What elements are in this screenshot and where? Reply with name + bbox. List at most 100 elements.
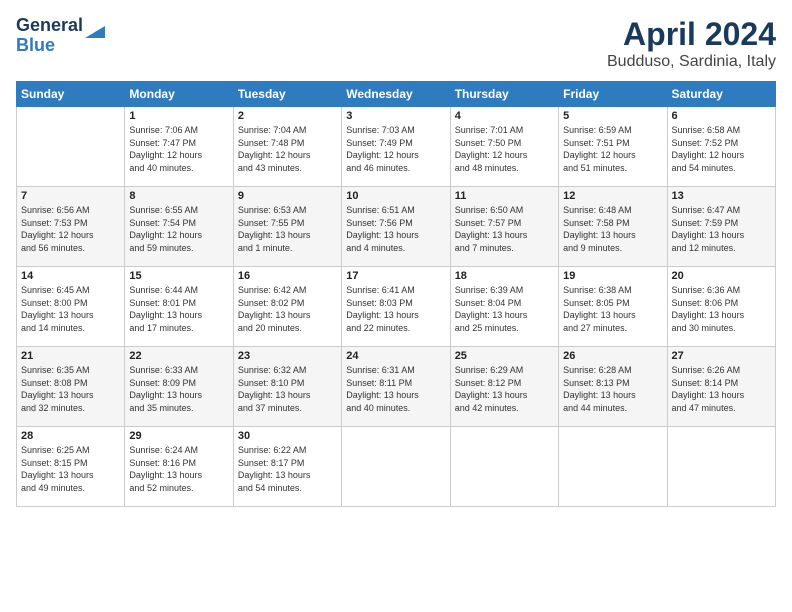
day-number: 6 — [672, 110, 771, 122]
day-info: Sunrise: 6:24 AM Sunset: 8:16 PM Dayligh… — [129, 444, 228, 494]
day-number: 12 — [563, 190, 662, 202]
day-info: Sunrise: 6:59 AM Sunset: 7:51 PM Dayligh… — [563, 124, 662, 174]
logo-icon — [85, 26, 105, 38]
calendar-cell: 10 Sunrise: 6:51 AM Sunset: 7:56 PM Dayli… — [342, 187, 450, 267]
calendar-cell: 4 Sunrise: 7:01 AM Sunset: 7:50 PM Daylig… — [450, 107, 558, 187]
day-info: Sunrise: 7:06 AM Sunset: 7:47 PM Dayligh… — [129, 124, 228, 174]
day-number: 2 — [238, 110, 337, 122]
day-number: 13 — [672, 190, 771, 202]
calendar-cell: 29 Sunrise: 6:24 AM Sunset: 8:16 PM Dayli… — [125, 427, 233, 507]
day-info: Sunrise: 6:48 AM Sunset: 7:58 PM Dayligh… — [563, 204, 662, 254]
weekday-header: Sunday — [17, 82, 125, 107]
day-number: 14 — [21, 270, 120, 282]
day-number: 5 — [563, 110, 662, 122]
day-info: Sunrise: 7:03 AM Sunset: 7:49 PM Dayligh… — [346, 124, 445, 174]
day-info: Sunrise: 6:36 AM Sunset: 8:06 PM Dayligh… — [672, 284, 771, 334]
calendar-cell: 12 Sunrise: 6:48 AM Sunset: 7:58 PM Dayli… — [559, 187, 667, 267]
calendar-cell: 16 Sunrise: 6:42 AM Sunset: 8:02 PM Dayli… — [233, 267, 341, 347]
day-info: Sunrise: 6:22 AM Sunset: 8:17 PM Dayligh… — [238, 444, 337, 494]
day-number: 10 — [346, 190, 445, 202]
calendar-cell: 8 Sunrise: 6:55 AM Sunset: 7:54 PM Daylig… — [125, 187, 233, 267]
day-number: 21 — [21, 350, 120, 362]
calendar-cell: 21 Sunrise: 6:35 AM Sunset: 8:08 PM Dayli… — [17, 347, 125, 427]
day-number: 20 — [672, 270, 771, 282]
weekday-header: Monday — [125, 82, 233, 107]
day-number: 23 — [238, 350, 337, 362]
weekday-header: Tuesday — [233, 82, 341, 107]
day-number: 25 — [455, 350, 554, 362]
day-info: Sunrise: 6:53 AM Sunset: 7:55 PM Dayligh… — [238, 204, 337, 254]
logo: General Blue — [16, 16, 105, 56]
day-info: Sunrise: 6:47 AM Sunset: 7:59 PM Dayligh… — [672, 204, 771, 254]
day-number: 17 — [346, 270, 445, 282]
calendar-header-row: SundayMondayTuesdayWednesdayThursdayFrid… — [17, 82, 776, 107]
day-info: Sunrise: 6:41 AM Sunset: 8:03 PM Dayligh… — [346, 284, 445, 334]
day-number: 16 — [238, 270, 337, 282]
calendar-cell: 11Sunrise: 6:50 AM Sunset: 7:57 PM Dayli… — [450, 187, 558, 267]
day-number: 28 — [21, 430, 120, 442]
calendar-cell: 6 Sunrise: 6:58 AM Sunset: 7:52 PM Daylig… — [667, 107, 775, 187]
calendar-cell: 25 Sunrise: 6:29 AM Sunset: 8:12 PM Dayli… — [450, 347, 558, 427]
day-info: Sunrise: 6:55 AM Sunset: 7:54 PM Dayligh… — [129, 204, 228, 254]
day-number: 27 — [672, 350, 771, 362]
calendar-cell: 5 Sunrise: 6:59 AM Sunset: 7:51 PM Daylig… — [559, 107, 667, 187]
day-info: Sunrise: 6:26 AM Sunset: 8:14 PM Dayligh… — [672, 364, 771, 414]
day-info: Sunrise: 6:28 AM Sunset: 8:13 PM Dayligh… — [563, 364, 662, 414]
calendar-cell: 30 Sunrise: 6:22 AM Sunset: 8:17 PM Dayli… — [233, 427, 341, 507]
calendar-cell: 22Sunrise: 6:33 AM Sunset: 8:09 PM Dayli… — [125, 347, 233, 427]
title-block: April 2024 Budduso, Sardinia, Italy — [607, 16, 776, 71]
weekday-header: Saturday — [667, 82, 775, 107]
day-number: 30 — [238, 430, 337, 442]
day-info: Sunrise: 6:58 AM Sunset: 7:52 PM Dayligh… — [672, 124, 771, 174]
day-number: 3 — [346, 110, 445, 122]
calendar-cell: 3 Sunrise: 7:03 AM Sunset: 7:49 PM Daylig… — [342, 107, 450, 187]
weekday-header: Friday — [559, 82, 667, 107]
header: General Blue April 2024 Budduso, Sardini… — [16, 16, 776, 71]
day-info: Sunrise: 6:33 AM Sunset: 8:09 PM Dayligh… — [129, 364, 228, 414]
logo-text: General Blue — [16, 16, 83, 56]
calendar-week-row: 1 Sunrise: 7:06 AM Sunset: 7:47 PM Daylig… — [17, 107, 776, 187]
subtitle: Budduso, Sardinia, Italy — [607, 53, 776, 71]
calendar-cell: 28 Sunrise: 6:25 AM Sunset: 8:15 PM Dayli… — [17, 427, 125, 507]
calendar-cell — [667, 427, 775, 507]
calendar-cell: 26 Sunrise: 6:28 AM Sunset: 8:13 PM Dayli… — [559, 347, 667, 427]
day-number: 18 — [455, 270, 554, 282]
day-number: 29 — [129, 430, 228, 442]
day-info: Sunrise: 6:35 AM Sunset: 8:08 PM Dayligh… — [21, 364, 120, 414]
day-info: Sunrise: 6:29 AM Sunset: 8:12 PM Dayligh… — [455, 364, 554, 414]
day-number: 24 — [346, 350, 445, 362]
logo-line2: Blue — [16, 35, 55, 55]
day-number: 1 — [129, 110, 228, 122]
page: General Blue April 2024 Budduso, Sardini… — [0, 0, 792, 612]
calendar-cell: 23 Sunrise: 6:32 AM Sunset: 8:10 PM Dayli… — [233, 347, 341, 427]
day-number: 11 — [455, 190, 554, 202]
calendar-cell: 27 Sunrise: 6:26 AM Sunset: 8:14 PM Dayli… — [667, 347, 775, 427]
calendar-cell: 7Sunrise: 6:56 AM Sunset: 7:53 PM Daylig… — [17, 187, 125, 267]
calendar-week-row: 28 Sunrise: 6:25 AM Sunset: 8:15 PM Dayli… — [17, 427, 776, 507]
day-info: Sunrise: 6:38 AM Sunset: 8:05 PM Dayligh… — [563, 284, 662, 334]
day-info: Sunrise: 6:51 AM Sunset: 7:56 PM Dayligh… — [346, 204, 445, 254]
day-info: Sunrise: 6:32 AM Sunset: 8:10 PM Dayligh… — [238, 364, 337, 414]
day-info: Sunrise: 6:25 AM Sunset: 8:15 PM Dayligh… — [21, 444, 120, 494]
calendar-cell: 20 Sunrise: 6:36 AM Sunset: 8:06 PM Dayli… — [667, 267, 775, 347]
day-number: 26 — [563, 350, 662, 362]
day-info: Sunrise: 6:42 AM Sunset: 8:02 PM Dayligh… — [238, 284, 337, 334]
calendar-cell — [450, 427, 558, 507]
calendar-table: SundayMondayTuesdayWednesdayThursdayFrid… — [16, 81, 776, 507]
calendar-week-row: 7Sunrise: 6:56 AM Sunset: 7:53 PM Daylig… — [17, 187, 776, 267]
day-number: 15 — [129, 270, 228, 282]
day-info: Sunrise: 6:39 AM Sunset: 8:04 PM Dayligh… — [455, 284, 554, 334]
calendar-cell — [342, 427, 450, 507]
logo-line1: General — [16, 15, 83, 35]
day-number: 9 — [238, 190, 337, 202]
day-info: Sunrise: 6:44 AM Sunset: 8:01 PM Dayligh… — [129, 284, 228, 334]
day-number: 4 — [455, 110, 554, 122]
day-number: 8 — [129, 190, 228, 202]
day-info: Sunrise: 7:01 AM Sunset: 7:50 PM Dayligh… — [455, 124, 554, 174]
day-number: 19 — [563, 270, 662, 282]
weekday-header: Wednesday — [342, 82, 450, 107]
calendar-cell: 15 Sunrise: 6:44 AM Sunset: 8:01 PM Dayli… — [125, 267, 233, 347]
calendar-cell: 13 Sunrise: 6:47 AM Sunset: 7:59 PM Dayli… — [667, 187, 775, 267]
calendar-cell: 9 Sunrise: 6:53 AM Sunset: 7:55 PM Daylig… — [233, 187, 341, 267]
calendar-cell: 2Sunrise: 7:04 AM Sunset: 7:48 PM Daylig… — [233, 107, 341, 187]
